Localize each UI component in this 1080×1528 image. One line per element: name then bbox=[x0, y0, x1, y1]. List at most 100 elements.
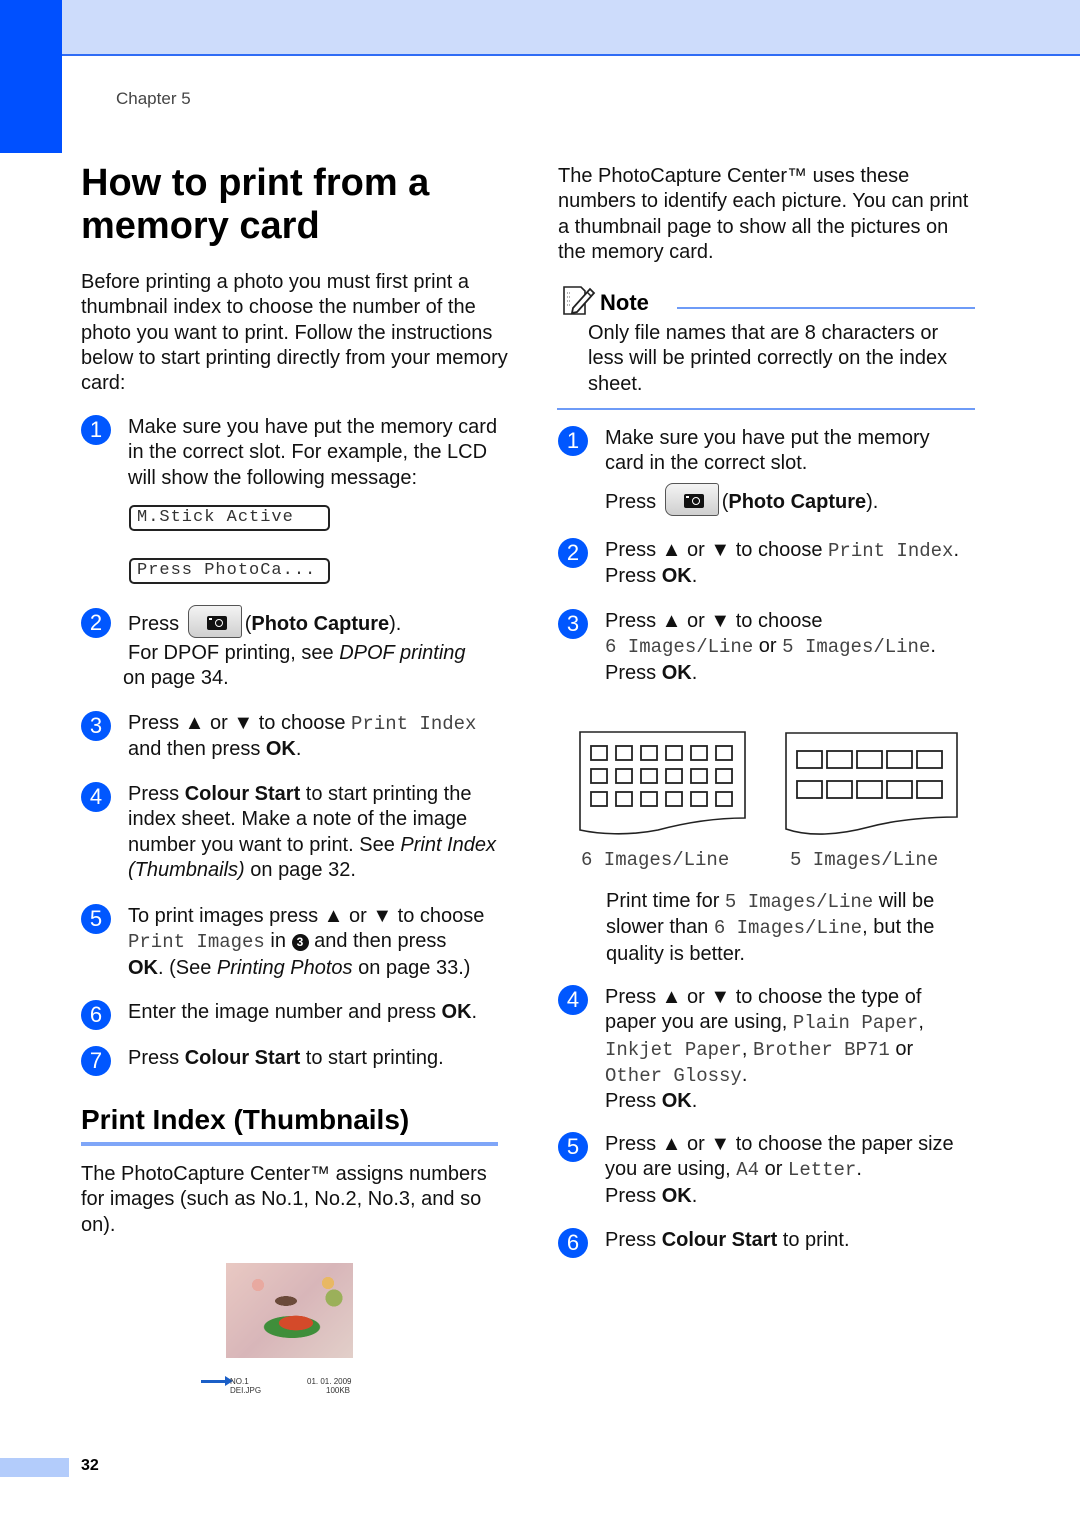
right-step-6: 6 Press Colour Start to print. bbox=[558, 1228, 978, 1258]
left-step-5: 5 To print images press ▲ or ▼ to choose… bbox=[81, 904, 511, 984]
step-text: To print images press ▲ or ▼ to choose bbox=[128, 905, 485, 927]
footer-bar bbox=[0, 1458, 69, 1477]
left-step-7: 7 Press Colour Start to start printing. bbox=[81, 1046, 511, 1076]
thumbnail-number: NO.1 bbox=[230, 1377, 249, 1386]
step-text: Press ▲ or ▼ to choose bbox=[605, 610, 823, 632]
step-text: . (See bbox=[158, 956, 217, 979]
thumbnail-date: 01. 01. 2009 bbox=[307, 1377, 352, 1386]
note-rule bbox=[557, 408, 975, 410]
step-text: or bbox=[889, 1037, 914, 1060]
lcd-option: 5 Images/Line bbox=[724, 891, 874, 913]
photo-capture-button bbox=[187, 605, 242, 638]
header-band bbox=[0, 0, 1080, 56]
step-text: Make sure you have put the memory card i… bbox=[128, 416, 498, 489]
step-text: in bbox=[264, 930, 292, 953]
step-text: . bbox=[295, 738, 302, 761]
chapter-tab bbox=[0, 0, 62, 153]
cross-reference[interactable]: Printing Photos bbox=[217, 957, 353, 979]
thumbnail-photo bbox=[226, 1263, 353, 1358]
step-text: , bbox=[918, 1011, 924, 1034]
step-text: Press ▲ or ▼ to choose bbox=[128, 712, 352, 734]
lcd-option: Print Images bbox=[128, 931, 265, 954]
step-text: ). bbox=[389, 612, 402, 635]
step-number-badge: 5 bbox=[81, 904, 111, 934]
print-time-note: Print time for 5 Images/Line will be slo… bbox=[606, 889, 976, 967]
step-text: or bbox=[753, 635, 783, 658]
step-number-badge: 1 bbox=[81, 415, 111, 445]
right-step-1: 1 Make sure you have put the memory card… bbox=[558, 426, 978, 521]
note-title: Note bbox=[600, 290, 649, 315]
left-step-4: 4 Press Colour Start to start printing t… bbox=[81, 782, 511, 887]
step-text: to start printing. bbox=[300, 1047, 444, 1069]
step-number-badge: 2 bbox=[81, 608, 111, 638]
section-title: Print Index (Thumbnails) bbox=[81, 1104, 410, 1135]
step-text: , bbox=[741, 1037, 753, 1060]
step-text: on page 32. bbox=[244, 858, 356, 881]
step-text: ). bbox=[866, 490, 879, 513]
right-step-2: 2 Press ▲ or ▼ to choose Print Index. Pr… bbox=[558, 538, 978, 593]
intro-paragraph: Before printing a photo you must first p… bbox=[81, 271, 508, 395]
layout-label: 6 Images/Line bbox=[581, 849, 730, 871]
lcd-option: Letter bbox=[787, 1159, 857, 1182]
lcd-option: Brother BP71 bbox=[752, 1038, 890, 1061]
step-text: Press bbox=[128, 783, 185, 805]
camera-icon bbox=[206, 616, 227, 630]
step-text: Press bbox=[605, 1229, 662, 1251]
lcd-option: 6 Images/Line bbox=[605, 636, 754, 659]
lcd-message: Press PhotoCa... bbox=[129, 558, 330, 584]
arrow-icon bbox=[201, 1376, 233, 1386]
step-number-badge: 7 bbox=[81, 1046, 111, 1076]
step-number-badge: 2 bbox=[558, 538, 588, 568]
cross-reference[interactable]: DPOF printing bbox=[339, 642, 465, 664]
step-text: Press bbox=[605, 490, 657, 513]
step-text: . bbox=[691, 661, 698, 684]
step-number-badge: 4 bbox=[558, 985, 588, 1015]
step-text: on page 34. bbox=[123, 667, 229, 690]
right-intro-paragraph: The PhotoCapture Center™ uses these numb… bbox=[558, 165, 969, 263]
right-step-3: 3 Press ▲ or ▼ to choose 6 Images/Line o… bbox=[558, 609, 978, 689]
step-text: . bbox=[691, 1184, 698, 1207]
key-name: OK bbox=[661, 565, 692, 588]
key-name: OK bbox=[441, 1001, 472, 1023]
step-number-badge: 3 bbox=[81, 711, 111, 741]
step-number-badge: 4 bbox=[81, 782, 111, 812]
lcd-option: Plain Paper bbox=[792, 1012, 919, 1035]
key-name: OK bbox=[661, 1090, 692, 1113]
note-pencil-icon bbox=[563, 286, 596, 315]
step-text: or bbox=[759, 1158, 788, 1181]
button-name: Photo Capture bbox=[728, 490, 867, 513]
step-text: Make sure you have put the memory card i… bbox=[605, 427, 930, 475]
key-name: Colour Start bbox=[184, 783, 301, 805]
page-number: 32 bbox=[81, 1457, 99, 1474]
step-text: . bbox=[930, 635, 936, 658]
lcd-option: A4 bbox=[736, 1159, 760, 1182]
lcd-option: Print Index bbox=[828, 540, 954, 562]
step-text: Press ▲ or ▼ to choose bbox=[605, 539, 829, 561]
right-step-5: 5 Press ▲ or ▼ to choose the paper size … bbox=[558, 1132, 978, 1212]
step-text: to print. bbox=[777, 1229, 850, 1251]
step-text: . bbox=[741, 1063, 748, 1086]
key-name: Colour Start bbox=[661, 1229, 778, 1251]
step-text: . bbox=[691, 1090, 698, 1113]
step-text: Press bbox=[605, 1090, 662, 1113]
section-paragraph: The PhotoCapture Center™ assigns numbers… bbox=[81, 1163, 487, 1236]
button-name: Photo Capture bbox=[251, 612, 390, 635]
section-rule bbox=[81, 1142, 498, 1146]
thumbnail-filename: DEI.JPG bbox=[230, 1386, 262, 1395]
five-per-line-sheet-diagram bbox=[785, 732, 958, 835]
left-step-3: 3 Press ▲ or ▼ to choose Print Index and… bbox=[81, 711, 511, 766]
step-number-badge: 3 bbox=[558, 609, 588, 639]
step-text: on page 33.) bbox=[352, 956, 471, 979]
camera-icon bbox=[683, 493, 704, 508]
note-rule bbox=[677, 307, 975, 309]
step-number-badge: 1 bbox=[558, 426, 588, 456]
layout-label: 5 Images/Line bbox=[790, 849, 939, 871]
step-number-badge: 6 bbox=[81, 1000, 111, 1030]
left-step-2: 2 Press (Photo Capture). For DPOF printi… bbox=[81, 605, 511, 693]
step-text: Press bbox=[605, 565, 662, 588]
lcd-option: 5 Images/Line bbox=[782, 636, 931, 659]
step-text: Press bbox=[128, 612, 180, 635]
step-text: . bbox=[691, 565, 698, 588]
thumbnail-size: 100KB bbox=[326, 1386, 351, 1395]
note-text: Print time for bbox=[606, 890, 725, 912]
